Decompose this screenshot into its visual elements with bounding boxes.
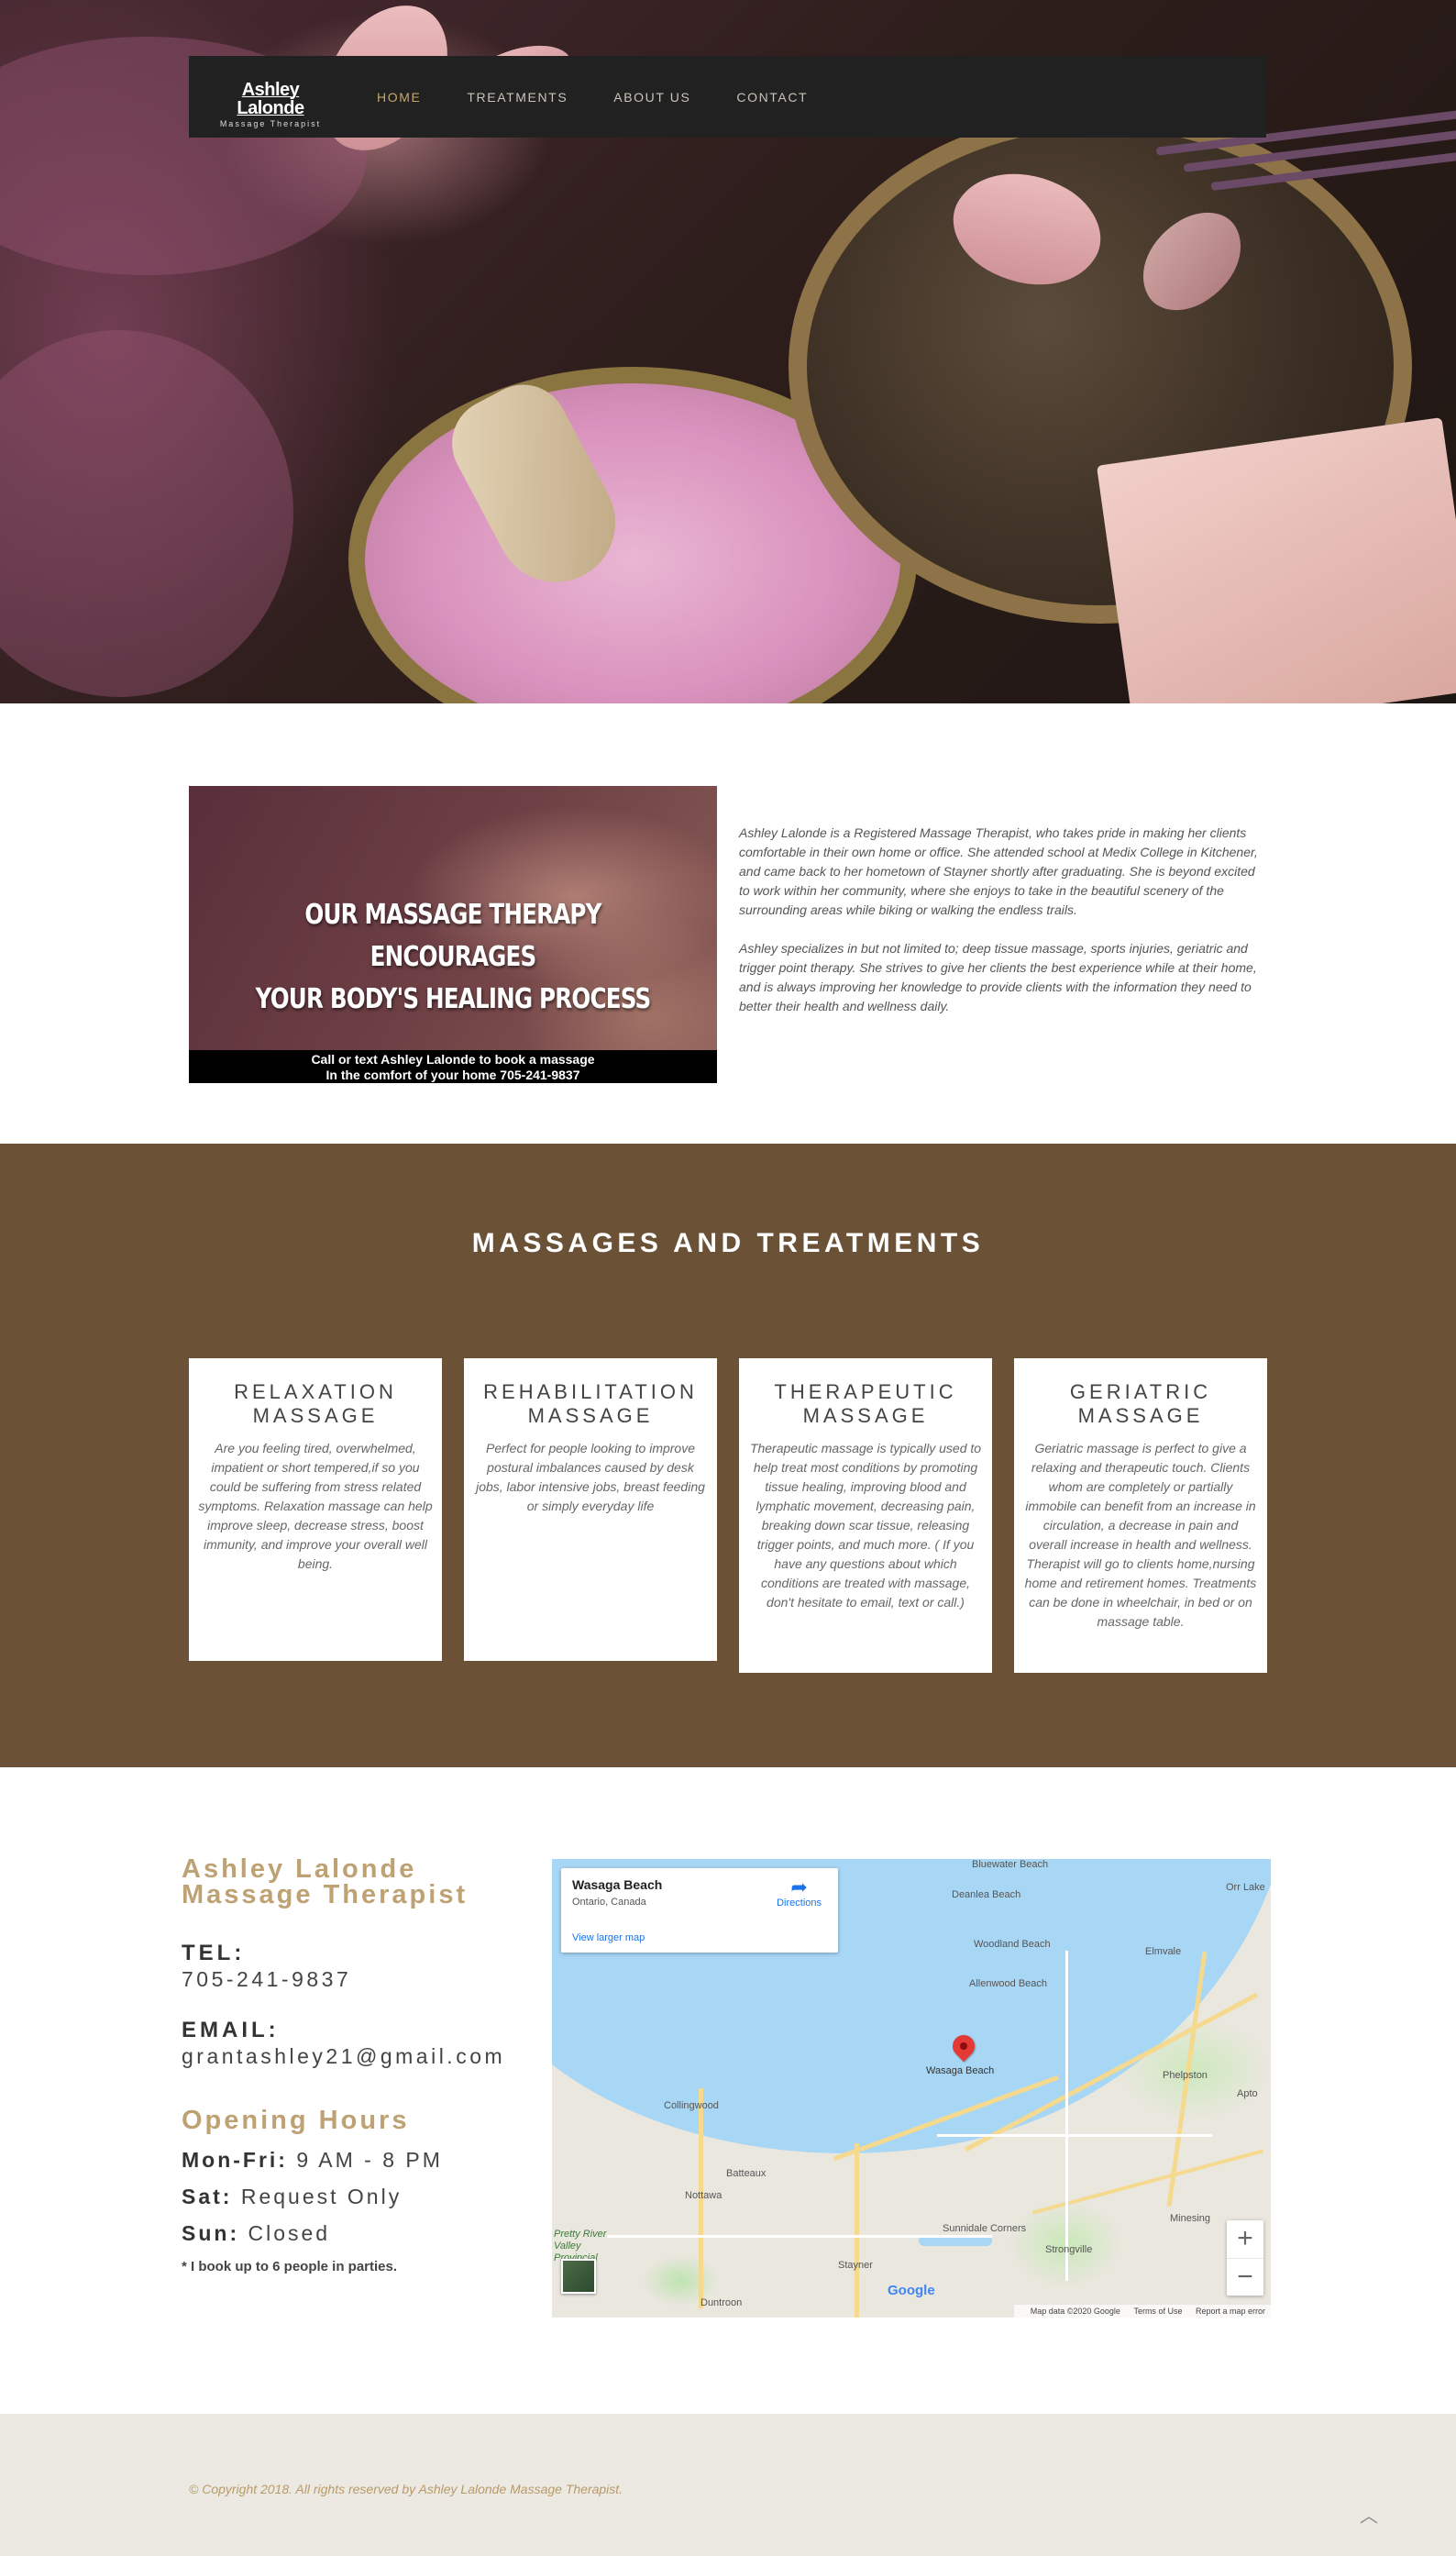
map-road <box>937 2134 1212 2137</box>
hours-time: 9 AM - 8 PM <box>296 2148 443 2172</box>
section-title: MASSAGES AND TREATMENTS <box>471 1228 985 1258</box>
terms-link[interactable]: Terms of Use <box>1133 2307 1182 2316</box>
email-label: EMAIL: <box>182 2018 280 2042</box>
map-label: Nottawa <box>685 2190 722 2201</box>
directions-icon: ➦ <box>790 1876 808 1898</box>
google-map[interactable]: Bluewater Beach Deanlea Beach Woodland B… <box>552 1859 1271 2318</box>
pin-label: Wasaga Beach <box>926 2065 995 2076</box>
logo-name: Ashley Lalonde <box>237 80 304 118</box>
zoom-controls: + − <box>1227 2220 1263 2296</box>
promo-call-line: In the comfort of your home 705-241-9837 <box>325 1068 580 1082</box>
map-label: Collingwood <box>664 2100 719 2111</box>
promo-headline-line: OUR MASSAGE THERAPY ENCOURAGES <box>304 899 601 973</box>
site-logo[interactable]: Ashley Lalonde Massage Therapist <box>211 81 330 128</box>
report-error-link[interactable]: Report a map error <box>1196 2307 1265 2316</box>
hours-row: Mon-Fri: 9 AM - 8 PM <box>182 2147 530 2173</box>
nav-menu: HOME TREATMENTS ABOUT US CONTACT <box>377 56 854 138</box>
treatment-card: RELAXATION MASSAGE Are you feeling tired… <box>189 1358 442 1661</box>
map-label: Orr Lake <box>1226 1882 1265 1893</box>
nav-item-about-us[interactable]: ABOUT US <box>613 90 690 105</box>
card-title: REHABILITATION MASSAGE <box>483 1380 698 1427</box>
map-label: Apto <box>1237 2088 1258 2099</box>
hours-day: Mon-Fri: <box>182 2148 288 2172</box>
map-attribution: Map data ©2020 Google Terms of Use Repor… <box>1013 2305 1271 2318</box>
treatment-card: REHABILITATION MASSAGE Perfect for peopl… <box>464 1358 717 1661</box>
hours-row: Sat: Request Only <box>182 2184 530 2209</box>
map-label: Allenwood Beach <box>969 1978 1048 1989</box>
view-larger-map-link[interactable]: View larger map <box>572 1932 645 1943</box>
map-label: Stayner <box>838 2260 873 2271</box>
copyright-text: © Copyright 2018. All rights reserved by… <box>189 2482 623 2496</box>
treatment-card: GERIATRIC MASSAGE Geriatric massage is p… <box>1014 1358 1267 1673</box>
map-label: Elmvale <box>1145 1946 1182 1957</box>
map-label: Phelpston <box>1163 2070 1208 2081</box>
top-navbar: Ashley Lalonde Massage Therapist HOME TR… <box>189 56 1266 138</box>
map-label: Strongville <box>1045 2244 1093 2255</box>
page-footer: © Copyright 2018. All rights reserved by… <box>0 2414 1456 2556</box>
hours-time: Request Only <box>240 2185 403 2208</box>
satellite-toggle[interactable] <box>561 2259 596 2294</box>
card-description: Therapeutic massage is typically used to… <box>749 1441 982 1610</box>
about-text: Ashley Lalonde is a Registered Massage T… <box>739 824 1267 1016</box>
treatment-card: THERAPEUTIC MASSAGE Therapeutic massage … <box>739 1358 992 1673</box>
logo-subtitle: Massage Therapist <box>219 119 322 128</box>
card-title: RELAXATION MASSAGE <box>234 1380 397 1427</box>
nav-item-contact[interactable]: CONTACT <box>736 90 808 105</box>
map-label: Deanlea Beach <box>952 1889 1021 1900</box>
promo-headline-line: YOUR BODY'S HEALING PROCESS <box>255 983 652 1015</box>
map-place-card: Wasaga Beach Ontario, Canada View larger… <box>561 1868 838 1953</box>
map-road <box>1065 1951 1068 2281</box>
tel-value[interactable]: 705-241-9837 <box>182 1966 530 1992</box>
directions-button[interactable]: ➦ Directions <box>777 1877 822 1909</box>
map-label: Woodland Beach <box>974 1939 1051 1950</box>
party-note: * I book up to 6 people in parties. <box>182 2259 398 2274</box>
map-label: Minesing <box>1170 2213 1211 2224</box>
hours-day: Sat: <box>182 2185 233 2208</box>
card-description: Geriatric massage is perfect to give a r… <box>1024 1441 1257 1629</box>
tel-label: TEL: <box>182 1941 246 1965</box>
chevron-up-icon[interactable]: ︿ <box>1359 2506 1379 2527</box>
card-title: THERAPEUTIC MASSAGE <box>774 1380 957 1427</box>
email-value[interactable]: grantashley21@gmail.com <box>182 2043 530 2069</box>
map-label: Sunnidale Corners <box>943 2223 1027 2234</box>
map-label: Bluewater Beach <box>972 1859 1049 1870</box>
hours-day: Sun: <box>182 2221 240 2245</box>
map-road <box>607 2235 992 2238</box>
map-data-text: Map data ©2020 Google <box>1030 2307 1120 2316</box>
zoom-in-button[interactable]: + <box>1227 2220 1263 2258</box>
hours-title: Opening Hours <box>182 2106 410 2135</box>
brand-line: Massage Therapist <box>182 1880 469 1909</box>
towel-shape <box>0 330 293 697</box>
map-label: Batteaux <box>726 2168 767 2179</box>
brand-line: Ashley Lalonde <box>182 1854 417 1884</box>
promo-call-bar: Call or text Ashley Lalonde to book a ma… <box>189 1050 717 1083</box>
about-paragraph: Ashley specializes in but not limited to… <box>739 941 1257 1013</box>
directions-label: Directions <box>777 1898 822 1909</box>
zoom-out-button[interactable]: − <box>1227 2258 1263 2296</box>
nav-item-home[interactable]: HOME <box>377 90 421 105</box>
map-label: Duntroon <box>700 2297 743 2308</box>
contact-info: Ashley Lalonde Massage Therapist TEL: 70… <box>182 1854 530 2275</box>
map-road <box>855 2143 859 2318</box>
promo-headline: OUR MASSAGE THERAPY ENCOURAGES YOUR BODY… <box>237 894 669 1021</box>
soap-bar <box>1096 417 1456 703</box>
promo-banner: OUR MASSAGE THERAPY ENCOURAGES YOUR BODY… <box>189 786 717 1083</box>
nav-item-treatments[interactable]: TREATMENTS <box>467 90 568 105</box>
about-paragraph: Ashley Lalonde is a Registered Massage T… <box>739 825 1258 917</box>
promo-call-line: Call or text Ashley Lalonde to book a ma… <box>311 1052 595 1067</box>
card-title: GERIATRIC MASSAGE <box>1069 1380 1212 1427</box>
google-logo: Google <box>888 2283 935 2298</box>
treatments-section: MASSAGES AND TREATMENTS RELAXATION MASSA… <box>0 1144 1456 1767</box>
hours-row: Sun: Closed <box>182 2220 530 2246</box>
card-description: Perfect for people looking to improve po… <box>476 1441 705 1513</box>
card-description: Are you feeling tired, overwhelmed, impa… <box>198 1441 433 1571</box>
contact-brand: Ashley Lalonde Massage Therapist <box>182 1854 530 1909</box>
hours-time: Closed <box>248 2221 331 2245</box>
